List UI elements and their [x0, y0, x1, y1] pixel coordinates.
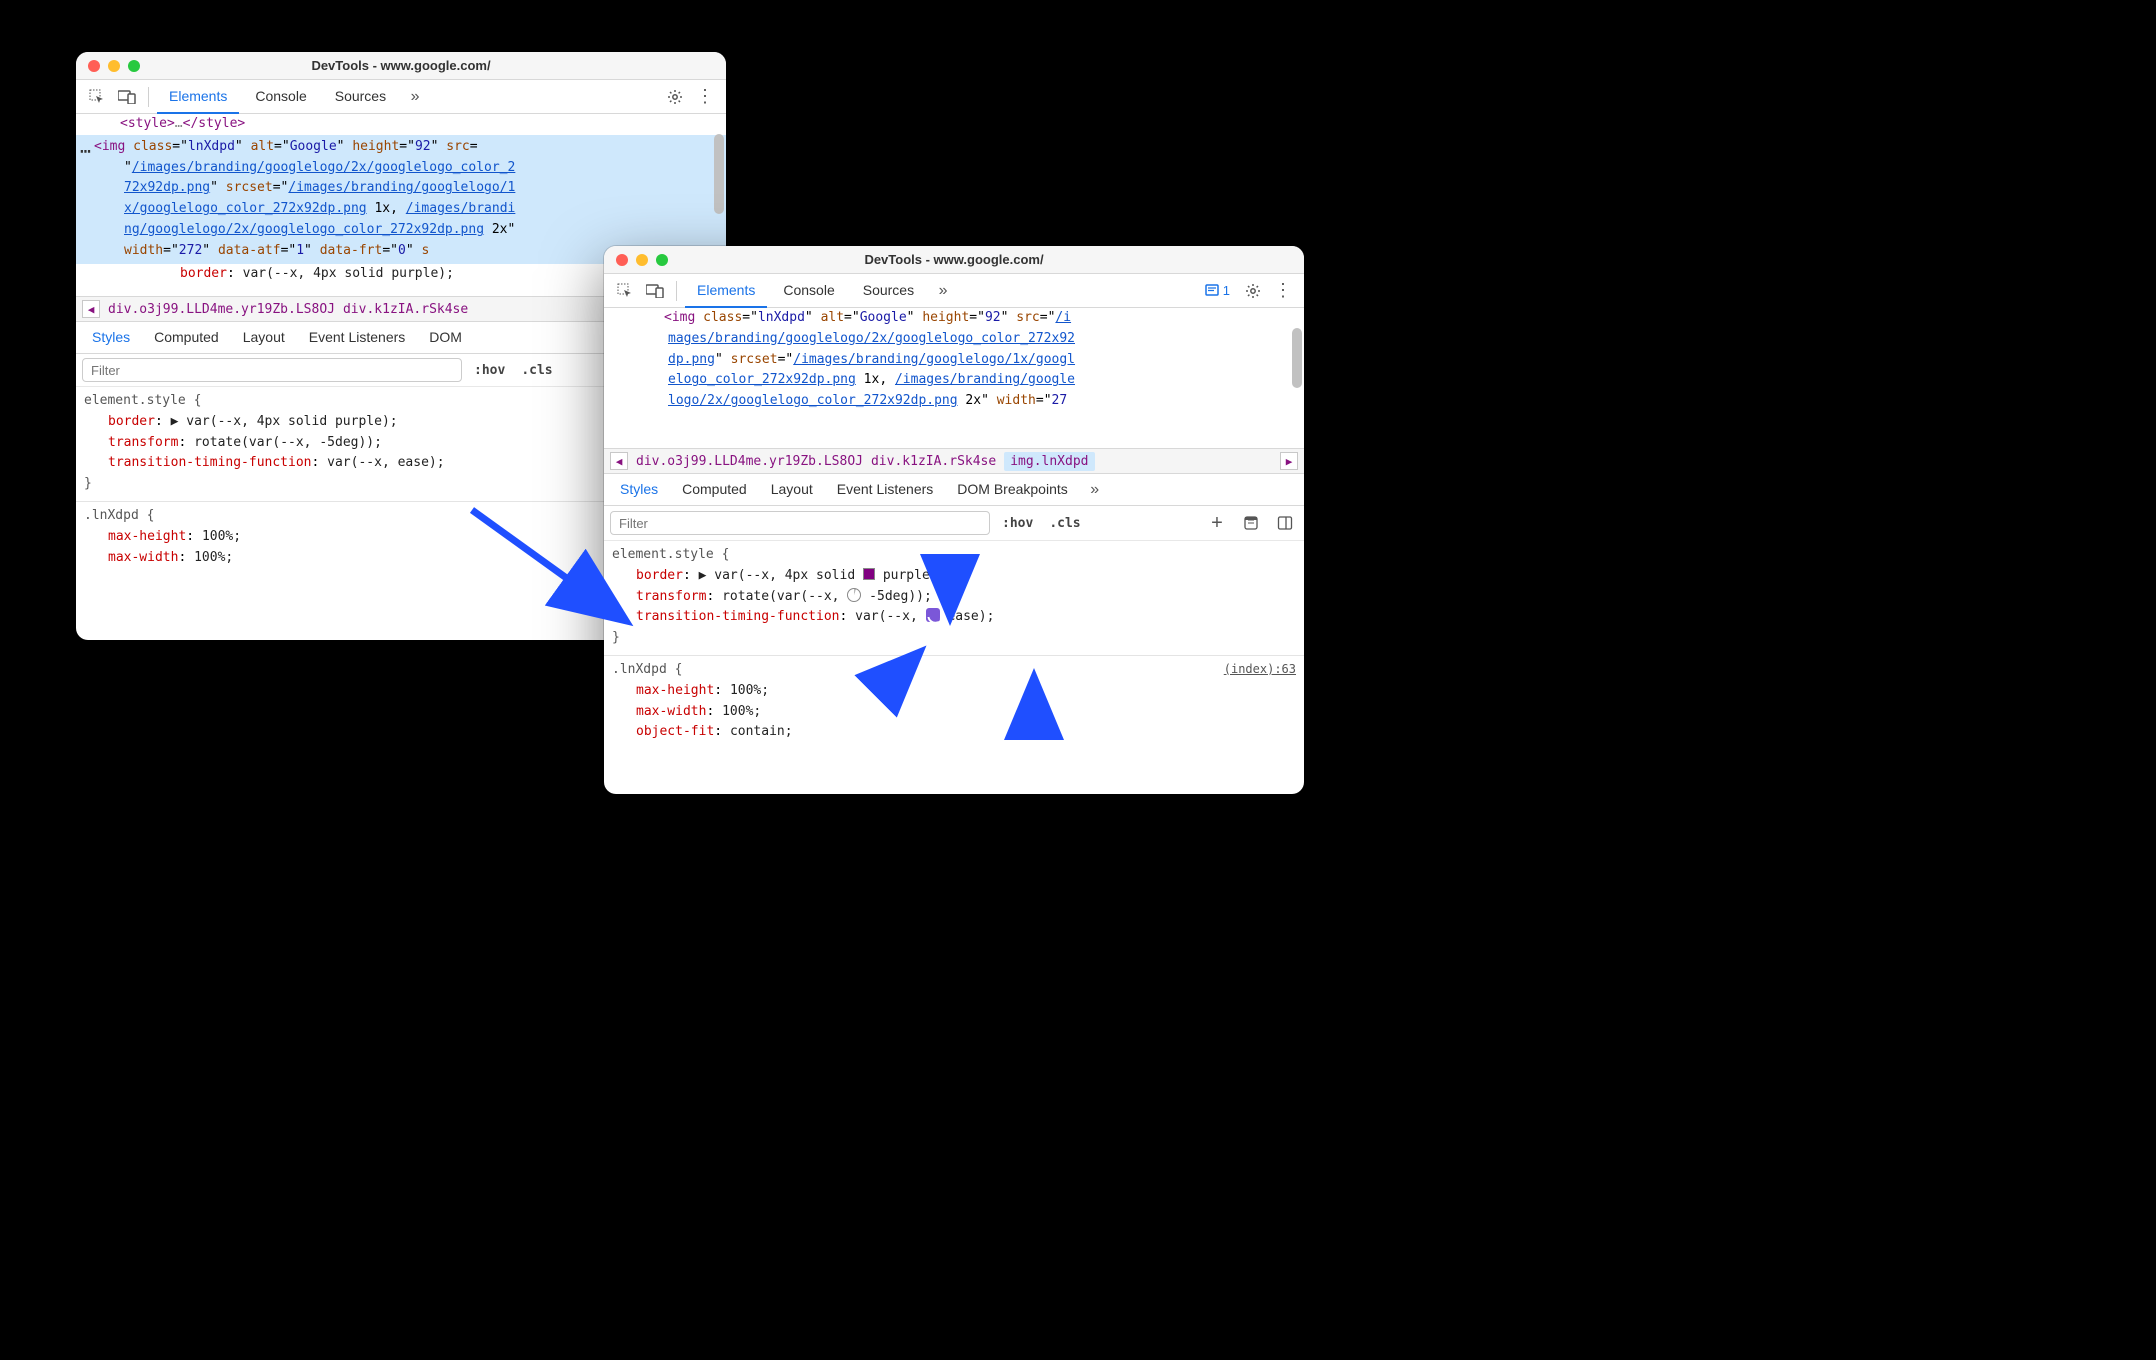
- cls-toggle[interactable]: .cls: [517, 361, 556, 380]
- breadcrumb-item[interactable]: div.k1zIA.rSk4se: [871, 454, 996, 469]
- tab-elements[interactable]: Elements: [685, 275, 767, 308]
- tab-console[interactable]: Console: [771, 275, 846, 306]
- elements-dom-tree[interactable]: <img class="lnXdpd" alt="Google" height=…: [604, 308, 1304, 448]
- subtab-styles[interactable]: Styles: [610, 474, 668, 506]
- issues-count: 1: [1223, 283, 1230, 298]
- breadcrumb-item[interactable]: div.o3j99.LLD4me.yr19Zb.LS8OJ: [108, 302, 335, 317]
- titlebar: DevTools - www.google.com/: [76, 52, 726, 80]
- minimize-icon[interactable]: [108, 60, 120, 72]
- styles-filter-input[interactable]: [610, 511, 990, 535]
- crumb-scroll-right-button[interactable]: ▶: [1280, 452, 1298, 470]
- kebab-menu-icon[interactable]: ⋮: [1270, 278, 1296, 304]
- rule-close: }: [612, 628, 1296, 649]
- subtab-computed[interactable]: Computed: [144, 322, 229, 353]
- more-tabs-icon[interactable]: »: [930, 278, 956, 304]
- subtab-event-listeners[interactable]: Event Listeners: [299, 322, 416, 353]
- maximize-icon[interactable]: [128, 60, 140, 72]
- style-declaration-ttf[interactable]: transition-timing-function: var(--x, eas…: [612, 607, 1296, 628]
- minimize-icon[interactable]: [636, 254, 648, 266]
- close-icon[interactable]: [88, 60, 100, 72]
- subtab-dom-breakpoints[interactable]: DOM Breakpoints: [947, 474, 1077, 505]
- style-declaration-border[interactable]: border: ▶︎ var(--x, 4px solid purple);: [612, 566, 1296, 587]
- more-tabs-icon[interactable]: »: [402, 84, 428, 110]
- tab-sources[interactable]: Sources: [851, 275, 926, 306]
- kebab-menu-icon[interactable]: ⋮: [692, 84, 718, 110]
- toggle-sidebar-icon[interactable]: [1272, 510, 1298, 536]
- subtab-layout[interactable]: Layout: [761, 474, 823, 505]
- subtab-dom-breakpoints[interactable]: DOM: [419, 322, 472, 353]
- traffic-lights: [88, 60, 140, 72]
- styles-pane[interactable]: element.style { border: ▶︎ var(--x, 4px …: [604, 541, 1304, 794]
- more-subtabs-icon[interactable]: »: [1082, 477, 1108, 503]
- main-toolbar: Elements Console Sources » 1 ⋮: [604, 274, 1304, 308]
- rule-selector: .lnXdpd {: [612, 660, 1296, 681]
- dom-selected-element[interactable]: <img class="lnXdpd" alt="Google" height=…: [76, 135, 726, 264]
- angle-swatch-icon[interactable]: [847, 588, 861, 602]
- breadcrumb-bar: ◀ div.o3j99.LLD4me.yr19Zb.LS8OJ div.k1zI…: [604, 448, 1304, 474]
- crumb-scroll-left-button[interactable]: ◀: [82, 300, 100, 318]
- crumb-scroll-left-button[interactable]: ◀: [610, 452, 628, 470]
- breadcrumb-item-selected[interactable]: img.lnXdpd: [1004, 452, 1094, 471]
- tab-sources[interactable]: Sources: [323, 81, 398, 112]
- styles-filter-row: :hov .cls +: [604, 506, 1304, 541]
- dom-img-element[interactable]: <img class="lnXdpd" alt="Google" height=…: [604, 308, 1298, 412]
- hov-toggle[interactable]: :hov: [998, 514, 1037, 533]
- styles-subtab-bar: Styles Computed Layout Event Listeners D…: [604, 474, 1304, 506]
- window-title: DevTools - www.google.com/: [311, 58, 490, 73]
- ellipsis-icon: ⋯: [80, 138, 92, 167]
- tab-elements[interactable]: Elements: [157, 81, 239, 114]
- subtab-styles[interactable]: Styles: [82, 322, 140, 354]
- traffic-lights: [616, 254, 668, 266]
- cls-toggle[interactable]: .cls: [1045, 514, 1084, 533]
- device-toggle-icon[interactable]: [642, 278, 668, 304]
- source-link[interactable]: (index):63: [1224, 660, 1296, 679]
- devtools-window-after: DevTools - www.google.com/ Elements Cons…: [604, 246, 1304, 794]
- new-style-rule-icon[interactable]: +: [1204, 510, 1230, 536]
- gear-icon[interactable]: [1240, 278, 1266, 304]
- subtab-computed[interactable]: Computed: [672, 474, 757, 505]
- scrollbar[interactable]: [714, 134, 724, 214]
- tab-console[interactable]: Console: [243, 81, 318, 112]
- device-toggle-icon[interactable]: [114, 84, 140, 110]
- styles-filter-input[interactable]: [82, 358, 462, 382]
- titlebar: DevTools - www.google.com/: [604, 246, 1304, 274]
- dom-collapsed-style: <style>…</style>: [100, 114, 720, 135]
- breadcrumb-item[interactable]: div.k1zIA.rSk4se: [343, 302, 468, 317]
- rule-selector: element.style {: [612, 545, 1296, 566]
- computed-styles-icon[interactable]: [1238, 510, 1264, 536]
- style-declaration[interactable]: max-width: 100%;: [612, 702, 1296, 723]
- inspect-icon[interactable]: [612, 278, 638, 304]
- style-declaration-transform[interactable]: transform: rotate(var(--x, -5deg));: [612, 587, 1296, 608]
- divider: [676, 281, 677, 301]
- subtab-event-listeners[interactable]: Event Listeners: [827, 474, 944, 505]
- scrollbar[interactable]: [1292, 328, 1302, 388]
- maximize-icon[interactable]: [656, 254, 668, 266]
- style-declaration[interactable]: object-fit: contain;: [612, 722, 1296, 743]
- style-declaration[interactable]: max-height: 100%;: [612, 681, 1296, 702]
- issues-badge[interactable]: 1: [1199, 281, 1236, 300]
- easing-swatch-icon[interactable]: [926, 608, 940, 622]
- window-title: DevTools - www.google.com/: [864, 252, 1043, 267]
- divider: [148, 87, 149, 107]
- color-swatch-icon[interactable]: [863, 568, 875, 580]
- hov-toggle[interactable]: :hov: [470, 361, 509, 380]
- main-toolbar: Elements Console Sources » ⋮: [76, 80, 726, 114]
- subtab-layout[interactable]: Layout: [233, 322, 295, 353]
- inspect-icon[interactable]: [84, 84, 110, 110]
- gear-icon[interactable]: [662, 84, 688, 110]
- breadcrumb-item[interactable]: div.o3j99.LLD4me.yr19Zb.LS8OJ: [636, 454, 863, 469]
- close-icon[interactable]: [616, 254, 628, 266]
